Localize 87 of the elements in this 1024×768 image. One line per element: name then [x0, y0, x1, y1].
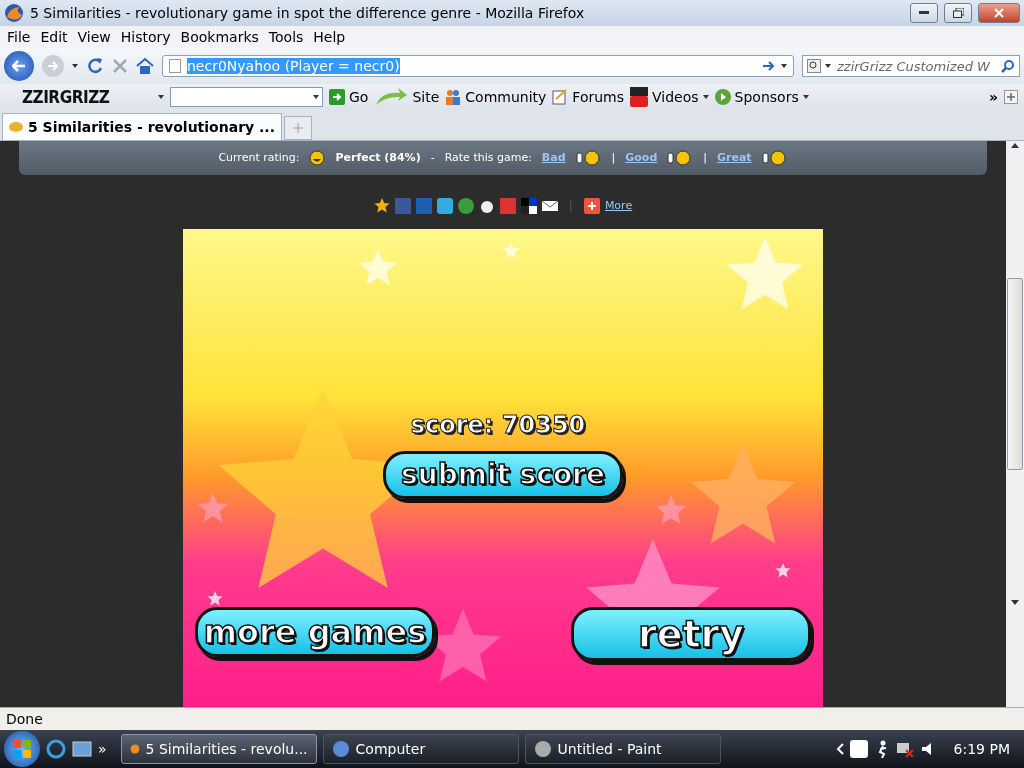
menu-item[interactable]: History [115, 29, 176, 45]
overflow-chevron[interactable]: » [988, 89, 998, 105]
menu-item[interactable]: Tools [263, 29, 309, 45]
star-shape [359, 248, 397, 285]
caret-icon[interactable] [158, 95, 164, 99]
scroll-down-icon [1011, 600, 1019, 605]
reload-icon[interactable] [86, 57, 104, 75]
scrollbar[interactable] [1006, 141, 1024, 707]
windows-logo-icon [13, 740, 31, 758]
address-text: necr0Nyahoo (Player = necr0) [187, 58, 400, 74]
people-icon[interactable] [445, 89, 462, 105]
thumb-smiley-icon [667, 149, 694, 166]
more-link[interactable]: More [604, 199, 633, 213]
back-arrow-icon [12, 60, 26, 72]
star-shape [207, 590, 223, 606]
taskbar-button[interactable]: Untitled - Paint [524, 734, 721, 764]
toolbar-link[interactable]: Forums [572, 89, 625, 105]
separator-text: | [611, 151, 616, 165]
window-title: 5 Similarities - revolutionary game in spot the difference genre - Mozilla Firefox [30, 5, 586, 21]
toolbar-link[interactable]: Site [412, 89, 440, 105]
taskbar-overflow[interactable]: » [98, 741, 107, 757]
share-su-icon[interactable] [457, 197, 474, 214]
caret-icon[interactable] [702, 95, 709, 99]
network-error-icon[interactable] [895, 740, 914, 758]
caret-icon[interactable] [313, 95, 319, 99]
close-icon [994, 8, 1004, 18]
restore-icon [952, 8, 964, 18]
star-shape [655, 494, 687, 524]
score-text: score: 70350 [410, 410, 586, 439]
browser-tab[interactable]: 5 Similarities - revolutionary ... [2, 113, 282, 140]
thumb-smiley-icon [575, 149, 602, 166]
caret-icon[interactable] [825, 64, 831, 68]
search-engine-icon [807, 59, 821, 73]
toolbar-link[interactable]: Videos [652, 89, 699, 105]
scrollbar-thumb[interactable] [1007, 278, 1023, 470]
thumb-smiley-icon [761, 149, 788, 166]
go-arrow-icon[interactable] [763, 61, 775, 71]
notepad-icon[interactable] [552, 89, 569, 105]
forward-arrow-icon [48, 61, 58, 71]
separator-text: | [703, 151, 707, 165]
video-logo-icon[interactable] [630, 87, 649, 107]
plus-share-icon[interactable] [583, 197, 600, 214]
browser-logo-icon [4, 3, 24, 23]
taskbar-button[interactable]: 5 Similarities - revolu... [120, 734, 317, 764]
rate-prompt: Rate this game: [444, 151, 532, 165]
separator-text: | [568, 198, 573, 213]
back-button[interactable] [4, 51, 34, 81]
menu-item[interactable]: View [72, 29, 116, 45]
plus-icon[interactable] [1004, 90, 1018, 104]
page-icon [169, 59, 181, 73]
share-checker-icon[interactable] [520, 197, 537, 214]
maximize-button[interactable] [944, 3, 972, 23]
caret-icon[interactable] [72, 64, 78, 68]
caret-icon[interactable] [781, 64, 787, 68]
site-favicon-icon [9, 122, 23, 132]
star-shape [775, 562, 791, 578]
dash-text: - [430, 151, 435, 165]
search-icon[interactable] [1001, 59, 1015, 73]
star-icon[interactable] [373, 197, 390, 214]
search-box[interactable]: zzirGrizz Customized W [802, 55, 1020, 77]
rating-value: Perfect (84%) [335, 151, 421, 165]
star-shape [502, 241, 520, 258]
share-bird-icon[interactable] [436, 197, 453, 214]
status-text: Done [6, 711, 43, 727]
menu-item[interactable]: Help [308, 29, 351, 45]
smiley-icon [309, 149, 326, 166]
chevron-left-icon[interactable] [835, 743, 844, 755]
clock-text: 6:19 PM [953, 741, 1010, 757]
toolbar-link[interactable]: Community [465, 89, 547, 105]
home-icon[interactable] [136, 57, 154, 75]
scroll-up-icon [1011, 143, 1019, 148]
toolbar-link[interactable]: Go [349, 89, 369, 105]
rating-label: Current rating: [218, 151, 300, 165]
minimize-icon [919, 11, 929, 15]
close-button[interactable] [978, 3, 1020, 23]
caret-icon[interactable] [802, 95, 809, 99]
menu-item[interactable]: File [2, 29, 36, 45]
menu-item[interactable]: Bookmarks [175, 29, 264, 45]
taskbar-button[interactable]: Computer [322, 734, 519, 764]
browser-e-icon[interactable] [46, 739, 66, 759]
play-circle-icon[interactable] [714, 89, 731, 105]
plus-icon [293, 123, 303, 133]
start-button[interactable] [4, 731, 40, 767]
toolbar-link[interactable]: Sponsors [734, 89, 799, 105]
toolbar-logo: ZZIRGRIZZ [22, 87, 111, 107]
minimize-button[interactable] [910, 3, 938, 23]
menu-item[interactable]: Edit [35, 29, 73, 45]
